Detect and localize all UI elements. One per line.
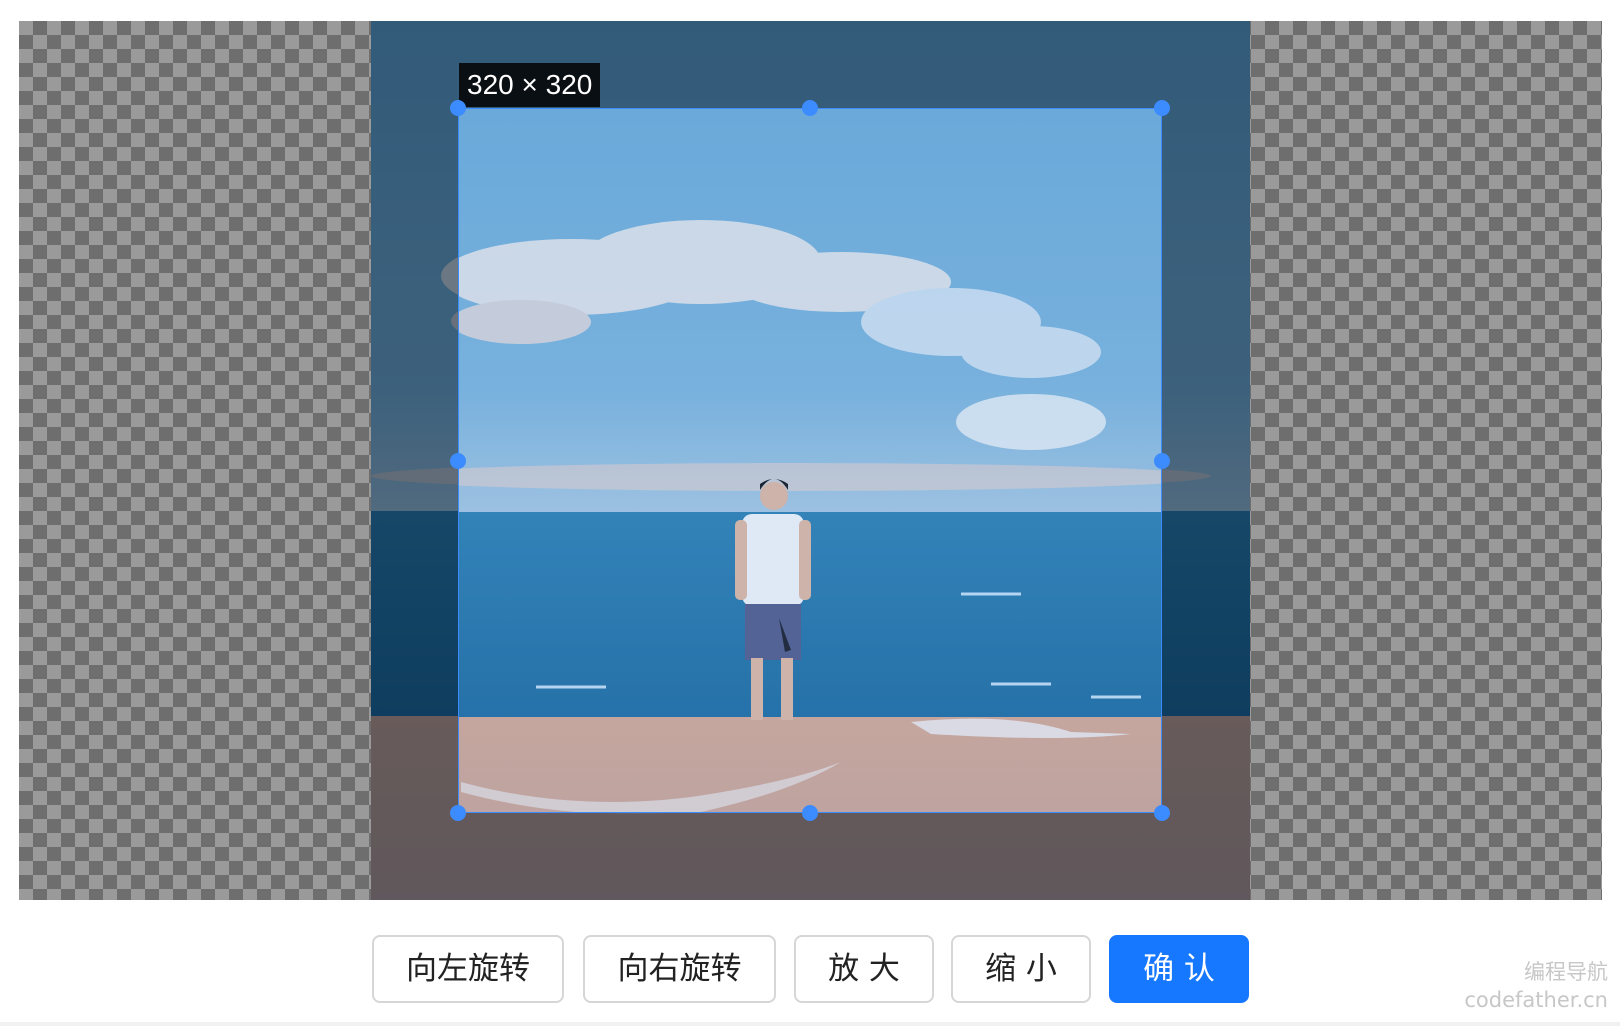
- rotate-left-button[interactable]: 向左旋转: [372, 935, 564, 1003]
- resize-handle-top[interactable]: [802, 100, 818, 116]
- resize-handle-top-left[interactable]: [450, 100, 466, 116]
- confirm-button[interactable]: 确 认: [1109, 935, 1249, 1003]
- crop-selection-box[interactable]: [458, 108, 1162, 813]
- cropper-toolbar: 向左旋转 向右旋转 放 大 缩 小 确 认: [0, 935, 1620, 1007]
- bottom-divider: [0, 1022, 1620, 1026]
- zoom-in-button[interactable]: 放 大: [794, 935, 934, 1003]
- watermark: 编程导航 codefather.cn: [1464, 958, 1608, 1014]
- zoom-out-button[interactable]: 缩 小: [951, 935, 1091, 1003]
- resize-handle-bottom-left[interactable]: [450, 805, 466, 821]
- resize-handle-right[interactable]: [1154, 453, 1170, 469]
- resize-handle-top-right[interactable]: [1154, 100, 1170, 116]
- crop-stage[interactable]: 320 × 320: [19, 21, 1602, 900]
- watermark-line-1: 编程导航: [1524, 960, 1608, 984]
- crop-size-label: 320 × 320: [459, 63, 601, 107]
- resize-handle-bottom-right[interactable]: [1154, 805, 1170, 821]
- watermark-line-2: codefather.cn: [1464, 988, 1608, 1012]
- rotate-right-button[interactable]: 向右旋转: [583, 935, 776, 1003]
- resize-handle-bottom[interactable]: [802, 805, 818, 821]
- resize-handle-left[interactable]: [450, 453, 466, 469]
- crop-tint: [459, 109, 1161, 812]
